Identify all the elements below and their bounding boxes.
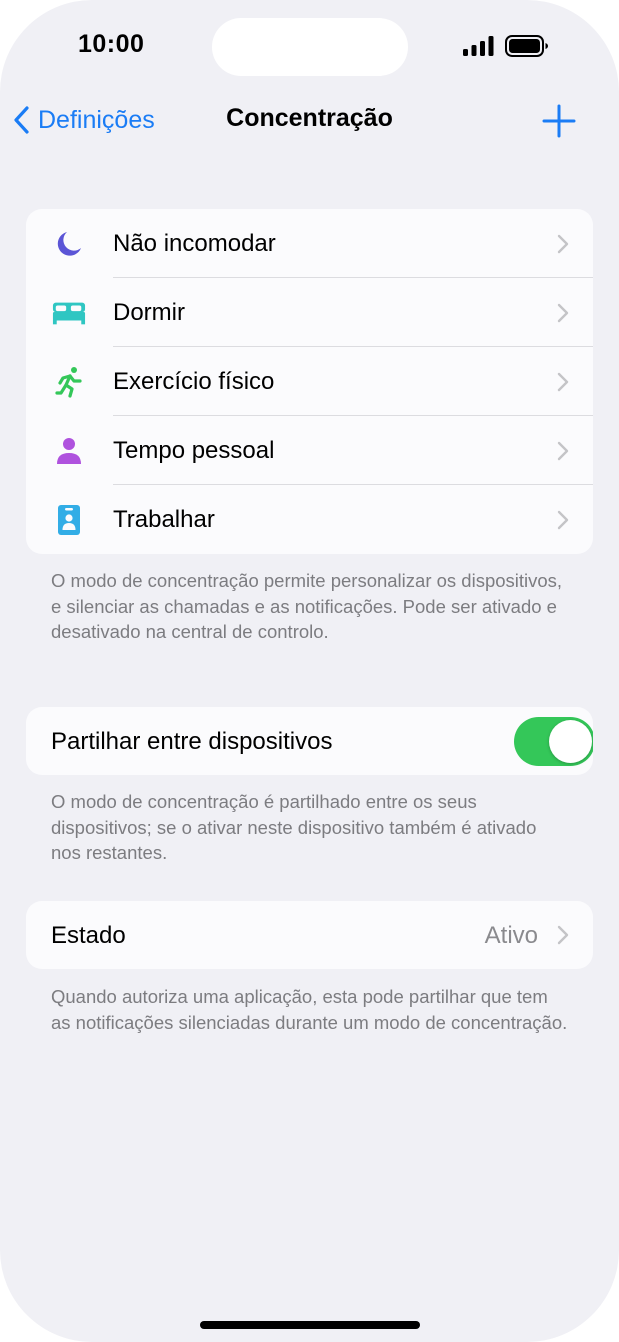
- chevron-right-icon: [557, 925, 569, 945]
- state-info-text: Quando autoriza uma aplicação, esta pode…: [51, 986, 568, 1033]
- focus-mode-sleep[interactable]: Dormir: [26, 278, 593, 347]
- chevron-right-icon: [557, 372, 569, 391]
- person-icon: [52, 434, 86, 468]
- page-title: Concentração: [0, 104, 619, 133]
- focus-mode-do-not-disturb[interactable]: Não incomodar: [26, 209, 593, 278]
- share-across-devices-toggle[interactable]: [514, 717, 593, 766]
- phone-screen: 10:00 Definições Concentração Não incomo…: [0, 0, 619, 1342]
- chevron-right-icon: [557, 441, 569, 460]
- chevron-right-icon: [557, 303, 569, 322]
- focus-mode-label: Trabalhar: [113, 505, 215, 533]
- running-icon: [52, 365, 86, 399]
- state-value: Ativo: [484, 922, 538, 949]
- dynamic-island: [212, 18, 408, 76]
- focus-mode-personal[interactable]: Tempo pessoal: [26, 416, 593, 485]
- share-across-devices-row: Partilhar entre dispositivos: [26, 707, 593, 775]
- cellular-signal-icon: [463, 36, 494, 56]
- bed-icon: [52, 296, 86, 330]
- focus-mode-label: Exercício físico: [113, 367, 275, 395]
- state-label: Estado: [51, 922, 126, 949]
- id-badge-icon: [52, 503, 86, 537]
- chevron-right-icon: [557, 234, 569, 253]
- focus-mode-label: Não incomodar: [113, 229, 276, 257]
- toggle-knob: [549, 720, 592, 763]
- page-title-text: Concentração: [226, 104, 393, 132]
- focus-mode-label: Tempo pessoal: [113, 436, 275, 464]
- share-info-text: O modo de concentração é partilhado entr…: [51, 791, 537, 863]
- focus-status-row[interactable]: Estado Ativo: [26, 901, 593, 969]
- moon-icon: [52, 227, 86, 261]
- focus-mode-label: Dormir: [113, 298, 185, 326]
- share-label: Partilhar entre dispositivos: [51, 728, 333, 755]
- home-indicator[interactable]: [200, 1321, 420, 1329]
- add-button[interactable]: [540, 102, 578, 140]
- battery-icon: [505, 35, 548, 57]
- focus-mode-work[interactable]: Trabalhar: [26, 485, 593, 554]
- focus-info-text: O modo de concentração permite personali…: [51, 570, 563, 642]
- focus-mode-fitness[interactable]: Exercício físico: [26, 347, 593, 416]
- focus-modes-list: Não incomodar Dormir Exercício físico Te…: [26, 209, 593, 554]
- chevron-right-icon: [557, 510, 569, 529]
- status-time: 10:00: [78, 30, 145, 58]
